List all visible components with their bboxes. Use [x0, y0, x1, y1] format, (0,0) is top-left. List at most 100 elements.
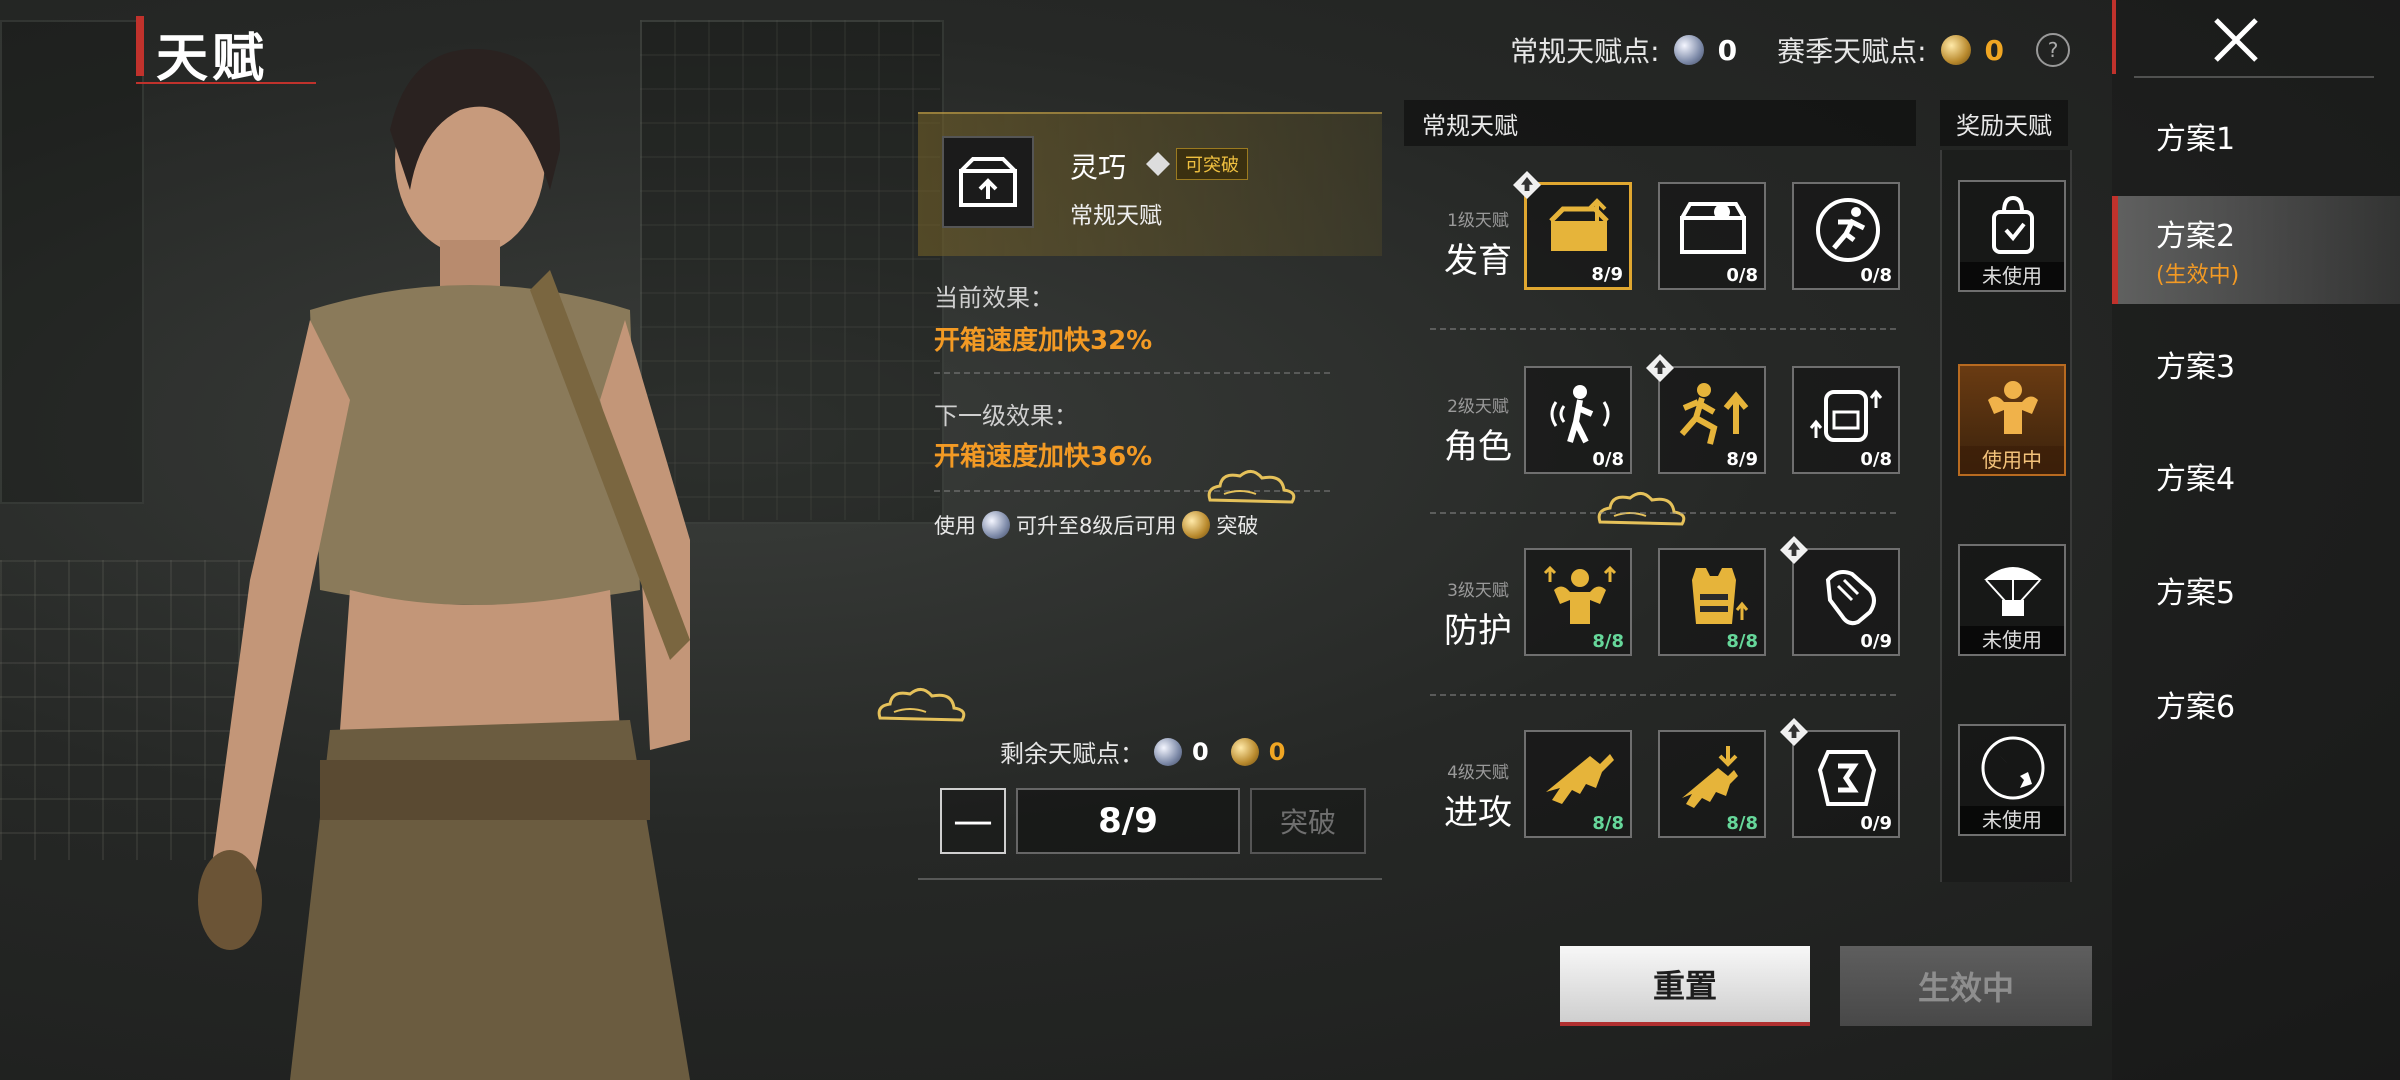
- plan-label: 方案4: [2156, 462, 2236, 497]
- talent-type: 常规天赋: [1070, 203, 1162, 229]
- breakthrough-badge-icon: [1646, 354, 1674, 382]
- cloud-decoration: [1207, 470, 1296, 504]
- breakthrough-badge-icon: [1780, 536, 1808, 564]
- title-accent: [136, 16, 144, 76]
- talent-name: 灵巧: [1070, 151, 1127, 184]
- season-point-coin-icon: [1940, 35, 1971, 65]
- remaining-points: 剩余天赋点： 0 0: [1000, 734, 1285, 769]
- plan-tab-2[interactable]: 方案2 (生效中): [2112, 196, 2400, 304]
- row-name: 角色: [1444, 427, 1512, 467]
- cloud-decoration: [1597, 492, 1686, 526]
- close-icon[interactable]: [2206, 10, 2266, 70]
- current-effect-value: 开箱速度加快32%: [934, 326, 1153, 356]
- tree-row-label: 3级天赋 防护: [1418, 576, 1538, 652]
- plan-tab-6[interactable]: 方案6: [2112, 650, 2400, 758]
- plan-active-status: (生效中): [2156, 263, 2240, 288]
- talent-node-ammo-box[interactable]: 0/9: [1780, 718, 1900, 838]
- row-name: 防护: [1444, 611, 1512, 651]
- node-count: 8/9: [1591, 264, 1623, 285]
- bonus-state: 未使用: [1960, 626, 2064, 654]
- talent-node-vest[interactable]: 8/8: [1658, 548, 1766, 656]
- panel-bottom-line: [918, 878, 1382, 880]
- open-box-talent-icon: [942, 136, 1034, 228]
- node-count: 0/8: [1592, 449, 1624, 470]
- plan-tab-3[interactable]: 方案3: [2112, 310, 2400, 418]
- season-points-value: 0: [1984, 33, 2004, 67]
- detail-divider: [934, 372, 1330, 374]
- bonus-state: 未使用: [1960, 806, 2064, 834]
- tree-row-label: 4级天赋 进攻: [1418, 758, 1538, 834]
- plan-tab-4[interactable]: 方案4: [2112, 422, 2400, 530]
- row-name: 进攻: [1444, 793, 1512, 833]
- node-count: 0/8: [1726, 265, 1758, 286]
- breakable-label: 可突破: [1176, 148, 1248, 180]
- remaining-regular-value: 0: [1192, 737, 1209, 766]
- plan-label: 方案3: [2156, 350, 2236, 385]
- talent-node-stealth[interactable]: 0/8: [1524, 366, 1632, 474]
- next-effect-label: 下一级效果：: [934, 402, 1078, 430]
- talent-node-runner[interactable]: 0/8: [1792, 182, 1900, 290]
- node-count: 0/8: [1860, 265, 1892, 286]
- node-count: 8/8: [1592, 813, 1624, 834]
- talent-node-sprint[interactable]: 8/9: [1646, 354, 1766, 474]
- row-level: 1级天赋: [1447, 211, 1509, 231]
- breakthrough-badge-icon: [1513, 171, 1541, 199]
- breakthrough-badge-icon: [1780, 718, 1808, 746]
- row-separator: [1430, 328, 1900, 330]
- row-separator: [1430, 694, 1900, 696]
- regular-talent-header: 常规天赋: [1404, 100, 1916, 146]
- bonus-talent-header: 奖励天赋: [1940, 100, 2068, 146]
- plan-sidebar-divider: [2134, 76, 2374, 78]
- decrease-level-button[interactable]: —: [940, 788, 1006, 854]
- node-count: 8/8: [1726, 813, 1758, 834]
- bonus-talent-backpack[interactable]: 未使用: [1958, 180, 2066, 292]
- season-point-coin-icon: [1230, 737, 1259, 766]
- next-effect-value: 开箱速度加快36%: [934, 442, 1153, 472]
- season-point-coin-icon: [1182, 511, 1211, 539]
- regular-points-value: 0: [1717, 33, 1738, 67]
- node-count: 0/8: [1860, 449, 1892, 470]
- node-count: 8/9: [1726, 449, 1758, 470]
- row-name: 发育: [1444, 241, 1512, 281]
- plan-label: 方案5: [2156, 576, 2236, 611]
- bonus-talent-airdrop[interactable]: 未使用: [1958, 544, 2066, 656]
- talent-node-rifle[interactable]: 8/8: [1524, 730, 1632, 838]
- talent-detail-header: 灵巧 可突破 常规天赋: [918, 112, 1382, 256]
- node-count: 8/8: [1726, 631, 1758, 652]
- bonus-state: 未使用: [1960, 262, 2064, 290]
- character-figure: [198, 49, 690, 1080]
- bonus-talent-strength[interactable]: 使用中: [1958, 364, 2066, 476]
- breakthrough-button[interactable]: 突破: [1250, 788, 1366, 854]
- remaining-season-value: 0: [1268, 737, 1286, 766]
- talent-node-loot-box[interactable]: 0/8: [1658, 182, 1766, 290]
- plan-tab-5[interactable]: 方案5: [2112, 536, 2400, 644]
- background-shelf: [0, 20, 144, 504]
- talent-node-backpack-capacity[interactable]: 0/8: [1792, 366, 1900, 474]
- node-count: 0/9: [1860, 813, 1892, 834]
- active-status-button[interactable]: 生效中: [1840, 946, 2092, 1026]
- talent-node-glove[interactable]: 0/9: [1780, 536, 1900, 656]
- plan-sidebar-accent: [2112, 0, 2116, 74]
- regular-point-coin-icon: [1154, 737, 1182, 766]
- tree-row-label: 2级天赋 角色: [1418, 392, 1538, 468]
- reset-button[interactable]: 重置: [1560, 946, 1810, 1026]
- bonus-talent-bullet[interactable]: 未使用: [1958, 724, 2066, 836]
- row-level: 2级天赋: [1447, 397, 1509, 417]
- row-level: 4级天赋: [1447, 763, 1509, 783]
- row-separator: [1430, 512, 1900, 514]
- plan-label: 方案6: [2156, 690, 2236, 725]
- hint-use-text: 使用: [934, 514, 976, 538]
- season-points-label: 赛季天赋点:: [1777, 35, 1927, 68]
- talent-node-recoil[interactable]: 8/8: [1658, 730, 1766, 838]
- node-count: 0/9: [1860, 631, 1892, 652]
- tree-row-label: 1级天赋 发育: [1418, 206, 1538, 282]
- talent-node-open-box[interactable]: 8/9: [1513, 171, 1632, 290]
- node-count: 8/8: [1592, 631, 1624, 652]
- talent-node-body-armor-stat[interactable]: 8/8: [1524, 548, 1632, 656]
- plan-tab-1[interactable]: 方案1: [2112, 82, 2400, 190]
- breakthrough-hint: 使用 可升至8级后可用 突破: [934, 510, 1258, 540]
- current-effect-label: 当前效果：: [934, 284, 1054, 312]
- level-stepper: — 8/9 突破: [940, 788, 1366, 854]
- help-icon[interactable]: ?: [2036, 33, 2070, 67]
- plan-label: 方案1: [2156, 122, 2236, 157]
